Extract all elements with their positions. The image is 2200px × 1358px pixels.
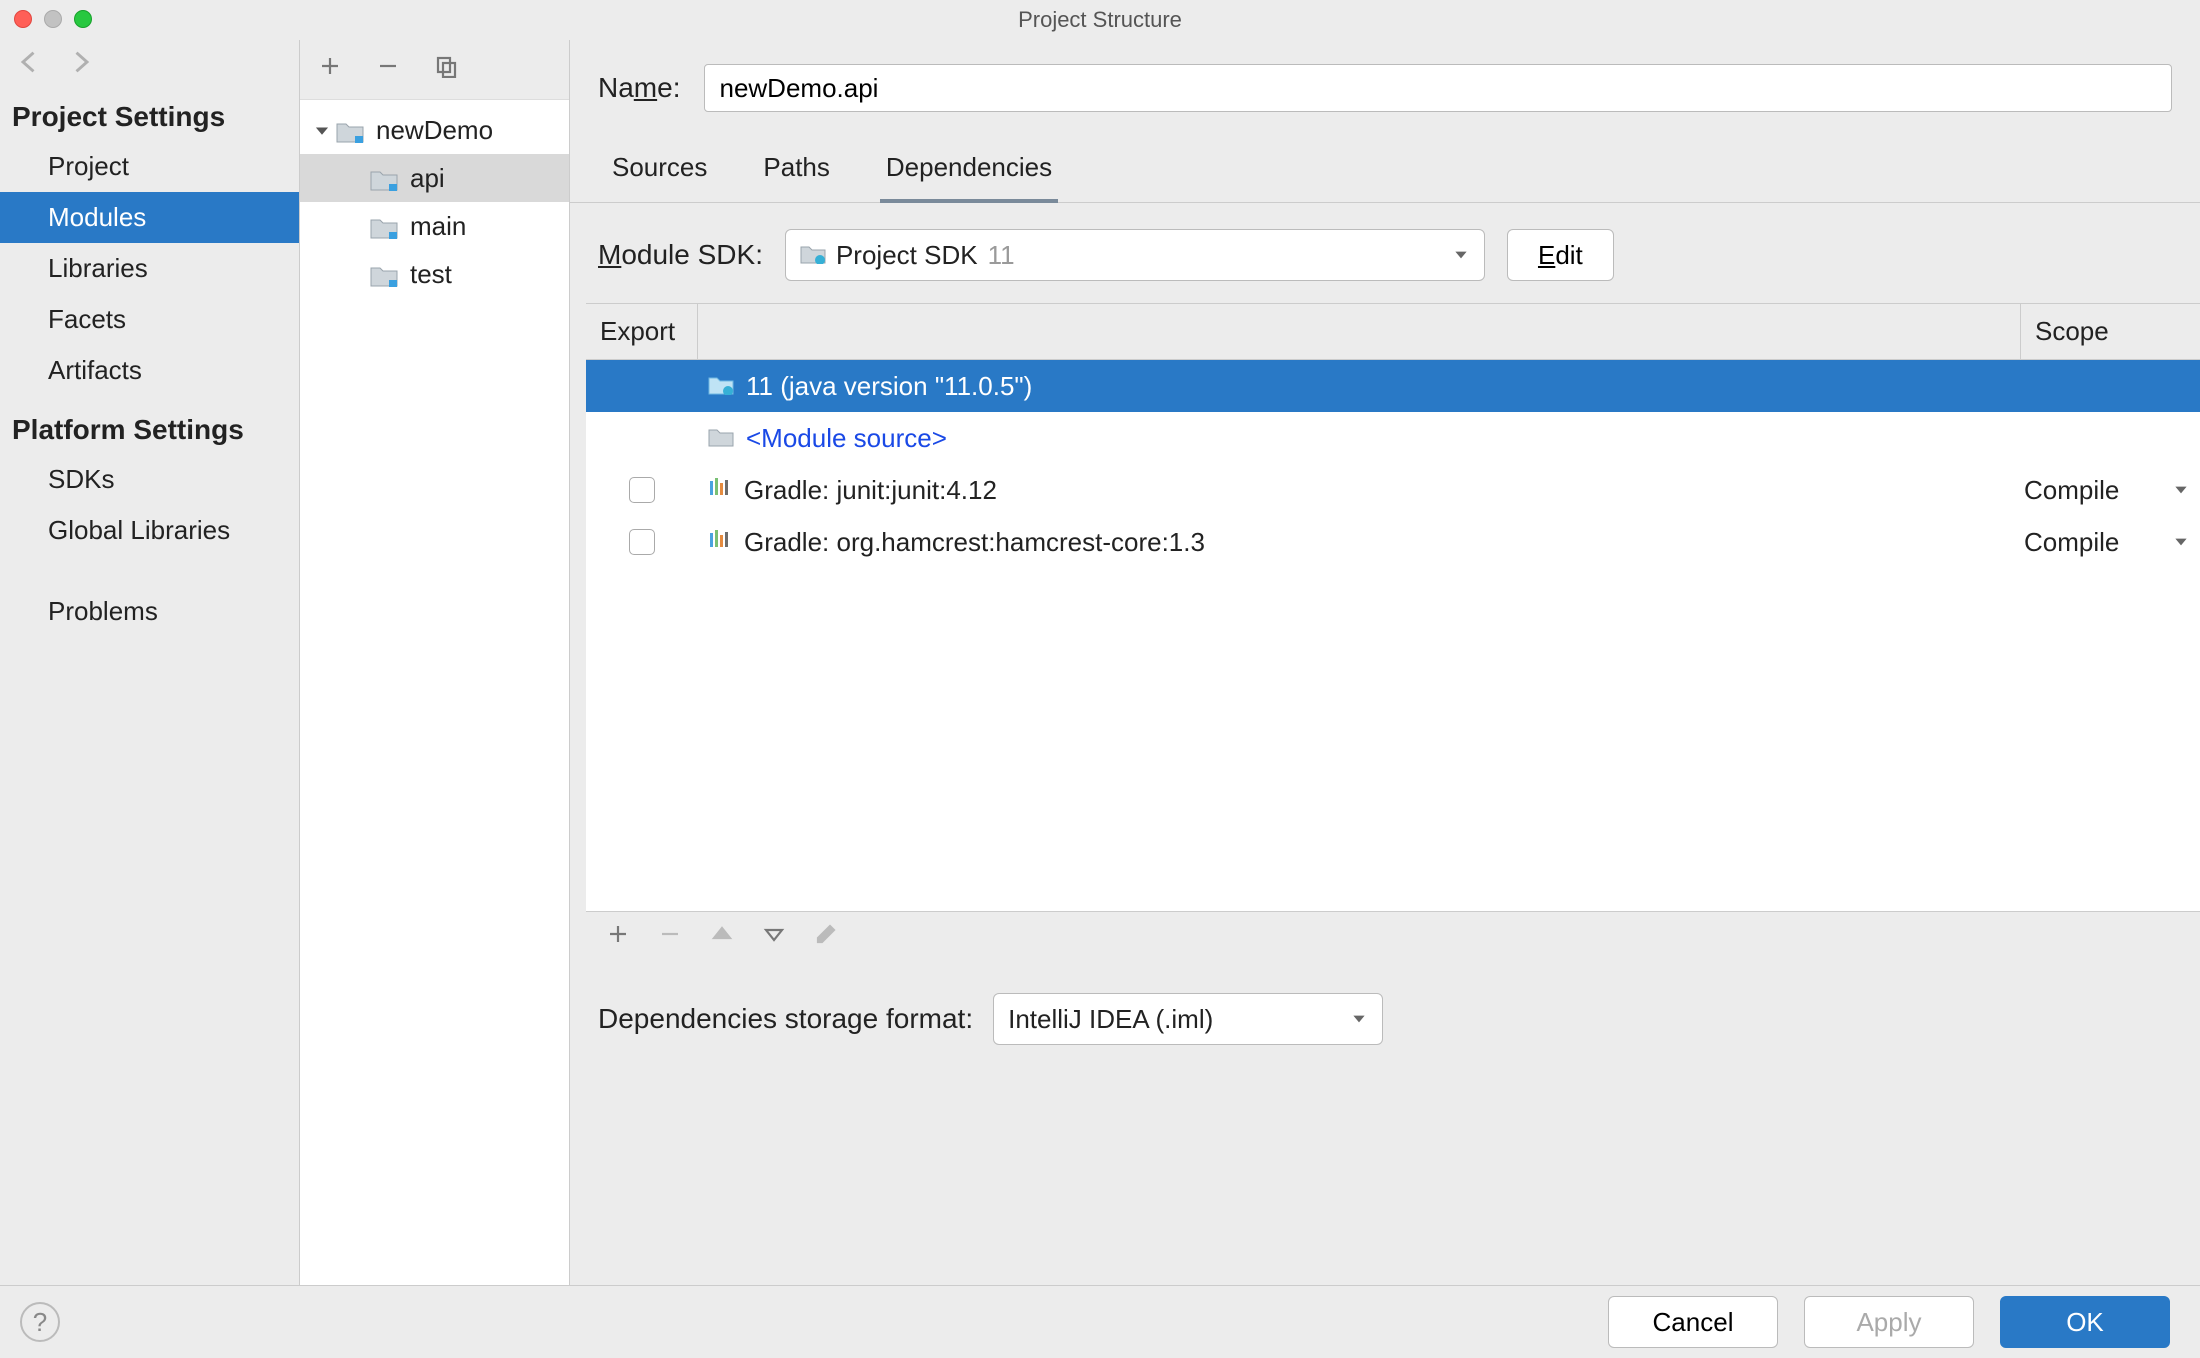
sdk-folder-icon xyxy=(800,240,826,271)
dep-row-module-source[interactable]: <Module source> xyxy=(586,412,2200,464)
tree-child-main[interactable]: main xyxy=(300,202,569,250)
dependencies-table: Export Scope 11 (java version "11.0.5") … xyxy=(586,303,2200,963)
window-controls xyxy=(14,10,92,28)
dep-name: <Module source> xyxy=(746,423,947,454)
module-folder-icon xyxy=(370,167,398,189)
tree-child-label: api xyxy=(410,163,445,194)
sidebar-item-global-libraries[interactable]: Global Libraries xyxy=(0,505,299,556)
tree-root-newdemo[interactable]: newDemo xyxy=(300,106,569,154)
nav-back-icon[interactable] xyxy=(16,48,44,83)
sidebar-item-artifacts[interactable]: Artifacts xyxy=(0,345,299,396)
dep-scope[interactable]: Compile xyxy=(2024,475,2119,506)
cancel-button[interactable]: Cancel xyxy=(1608,1296,1778,1348)
tree-child-test[interactable]: test xyxy=(300,250,569,298)
dep-name: 11 (java version "11.0.5") xyxy=(746,371,1032,402)
settings-sidebar: Project Settings Project Modules Librari… xyxy=(0,40,300,1358)
window-title: Project Structure xyxy=(1018,7,1182,33)
tab-dependencies[interactable]: Dependencies xyxy=(880,142,1058,203)
titlebar: Project Structure xyxy=(0,0,2200,40)
module-tree-pane: newDemo api main test xyxy=(300,40,570,1358)
ok-button[interactable]: OK xyxy=(2000,1296,2170,1348)
platform-settings-header: Platform Settings xyxy=(0,396,299,454)
copy-module-icon[interactable] xyxy=(434,54,458,85)
chevron-down-icon xyxy=(314,115,330,146)
dialog-button-bar: ? Cancel Apply OK xyxy=(0,1285,2200,1358)
name-label: Name: xyxy=(598,72,680,104)
apply-button[interactable]: Apply xyxy=(1804,1296,1974,1348)
column-header-scope[interactable]: Scope xyxy=(2020,304,2200,359)
storage-format-value: IntelliJ IDEA (.iml) xyxy=(1008,1004,1213,1035)
main-pane: Name: Sources Paths Dependencies Module … xyxy=(570,40,2200,1358)
sidebar-item-modules[interactable]: Modules xyxy=(0,192,299,243)
export-checkbox[interactable] xyxy=(629,529,655,555)
module-sdk-label: Module SDK: xyxy=(598,239,763,271)
export-checkbox[interactable] xyxy=(629,477,655,503)
move-up-icon[interactable] xyxy=(710,922,734,953)
storage-format-select[interactable]: IntelliJ IDEA (.iml) xyxy=(993,993,1383,1045)
nav-forward-icon[interactable] xyxy=(66,48,94,83)
minimize-window-icon[interactable] xyxy=(44,10,62,28)
remove-dep-icon[interactable] xyxy=(658,922,682,953)
source-folder-icon xyxy=(708,423,734,454)
remove-module-icon[interactable] xyxy=(376,54,400,85)
tree-root-label: newDemo xyxy=(376,115,493,146)
close-window-icon[interactable] xyxy=(14,10,32,28)
module-folder-icon xyxy=(370,215,398,237)
module-name-input[interactable] xyxy=(704,64,2172,112)
chevron-down-icon xyxy=(2172,475,2190,506)
chevron-down-icon xyxy=(2172,527,2190,558)
dep-scope[interactable]: Compile xyxy=(2024,527,2119,558)
module-sdk-select[interactable]: Project SDK 11 xyxy=(785,229,1485,281)
library-icon xyxy=(708,527,732,558)
move-down-icon[interactable] xyxy=(762,922,786,953)
module-sdk-value-prefix: Project SDK xyxy=(836,240,978,271)
module-folder-icon xyxy=(370,263,398,285)
sidebar-item-sdks[interactable]: SDKs xyxy=(0,454,299,505)
module-folder-icon xyxy=(336,119,364,141)
maximize-window-icon[interactable] xyxy=(74,10,92,28)
tab-sources[interactable]: Sources xyxy=(606,142,713,202)
dep-row-hamcrest[interactable]: Gradle: org.hamcrest:hamcrest-core:1.3 C… xyxy=(586,516,2200,568)
dep-row-junit[interactable]: Gradle: junit:junit:4.12 Compile xyxy=(586,464,2200,516)
chevron-down-icon xyxy=(1350,1004,1368,1035)
project-settings-header: Project Settings xyxy=(0,83,299,141)
tree-child-api[interactable]: api xyxy=(300,154,569,202)
chevron-down-icon xyxy=(1452,240,1470,271)
add-module-icon[interactable] xyxy=(318,54,342,85)
edit-sdk-button[interactable]: Edit xyxy=(1507,229,1614,281)
add-dep-icon[interactable] xyxy=(606,922,630,953)
column-header-name xyxy=(698,304,2020,359)
tree-child-label: main xyxy=(410,211,466,242)
tree-child-label: test xyxy=(410,259,452,290)
dep-row-sdk[interactable]: 11 (java version "11.0.5") xyxy=(586,360,2200,412)
module-sdk-value-dim: 11 xyxy=(988,240,1015,271)
help-button[interactable]: ? xyxy=(20,1302,60,1342)
sdk-folder-icon xyxy=(708,371,734,402)
dep-name: Gradle: org.hamcrest:hamcrest-core:1.3 xyxy=(744,527,1205,558)
library-icon xyxy=(708,475,732,506)
sidebar-item-problems[interactable]: Problems xyxy=(0,586,299,637)
edit-dep-icon[interactable] xyxy=(814,922,838,953)
column-header-export[interactable]: Export xyxy=(586,304,698,359)
sidebar-item-project[interactable]: Project xyxy=(0,141,299,192)
sidebar-item-libraries[interactable]: Libraries xyxy=(0,243,299,294)
dep-name: Gradle: junit:junit:4.12 xyxy=(744,475,997,506)
tab-paths[interactable]: Paths xyxy=(757,142,836,202)
sidebar-item-facets[interactable]: Facets xyxy=(0,294,299,345)
storage-format-label: Dependencies storage format: xyxy=(598,1003,973,1035)
